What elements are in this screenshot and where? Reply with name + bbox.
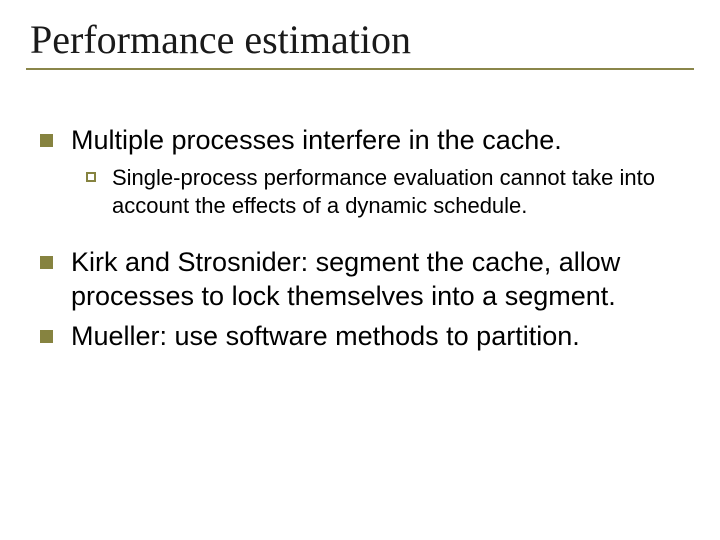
title-block: Performance estimation xyxy=(26,18,694,70)
bullet-item: Multiple processes interfere in the cach… xyxy=(40,124,694,158)
bullet-text: Multiple processes interfere in the cach… xyxy=(71,124,562,158)
square-bullet-icon xyxy=(40,256,53,269)
bullet-item: Mueller: use software methods to partiti… xyxy=(40,320,694,354)
slide: Performance estimation Multiple processe… xyxy=(0,0,720,540)
bullet-text: Kirk and Strosnider: segment the cache, … xyxy=(71,246,694,314)
square-bullet-icon xyxy=(40,134,53,147)
sub-bullet-item: Single-process performance evaluation ca… xyxy=(86,164,694,220)
slide-content: Multiple processes interfere in the cach… xyxy=(26,124,694,353)
sub-bullet-text: Single-process performance evaluation ca… xyxy=(112,164,672,220)
slide-title: Performance estimation xyxy=(30,18,694,62)
bullet-item: Kirk and Strosnider: segment the cache, … xyxy=(40,246,694,314)
bullet-text: Mueller: use software methods to partiti… xyxy=(71,320,580,354)
hollow-square-bullet-icon xyxy=(86,172,96,182)
square-bullet-icon xyxy=(40,330,53,343)
